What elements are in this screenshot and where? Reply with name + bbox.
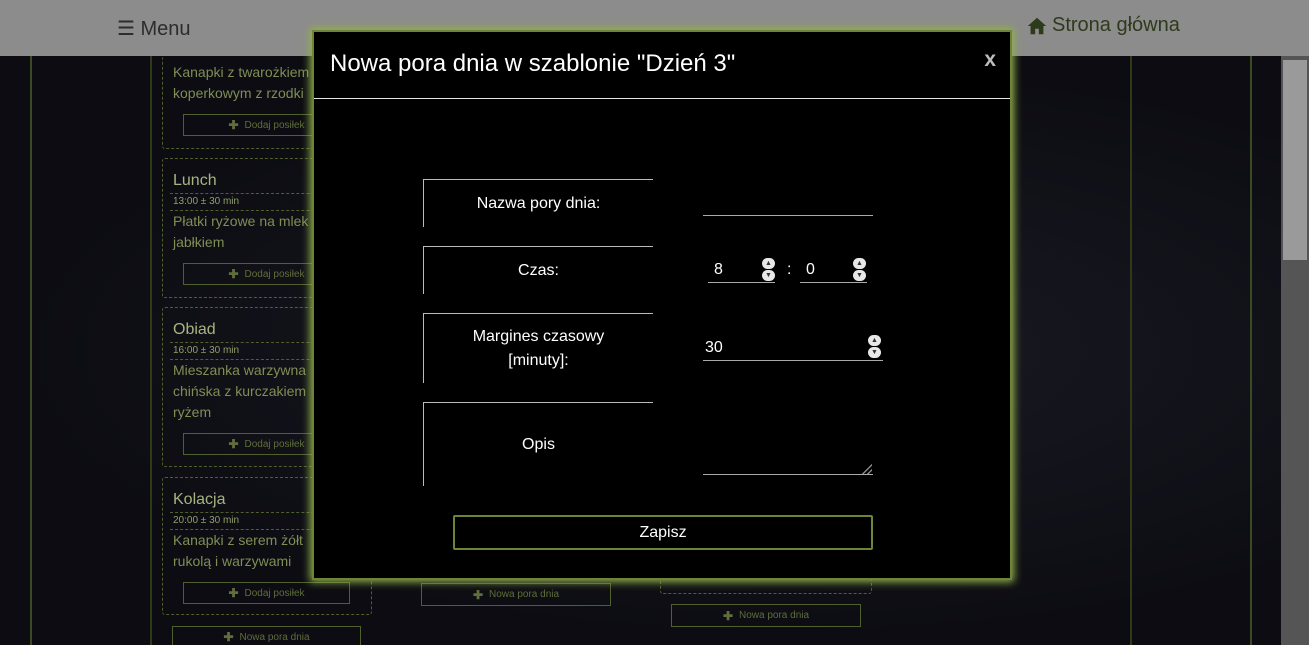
add-meal-label: Dodaj posiłek <box>244 268 305 280</box>
plus-icon: ✚ <box>228 586 239 600</box>
margin-spinner-icon[interactable]: ▲ ▼ <box>868 335 881 359</box>
new-daytime-modal: Nowa pora dnia w szablonie "Dzień 3" x N… <box>312 30 1012 580</box>
time-margin-input[interactable]: 30 <box>703 335 883 361</box>
modal-title: Nowa pora dnia w szablonie "Dzień 3" <box>330 50 736 77</box>
meal-desc-line: Kanapki z twarożkiem <box>173 64 310 80</box>
meal-title: Kolacja <box>173 491 226 508</box>
menu-toggle[interactable]: ☰ Menu <box>117 16 191 41</box>
daytime-name-label: Nazwa pory dnia: <box>423 179 653 227</box>
spinner-down-icon[interactable]: ▼ <box>853 270 866 281</box>
time-margin-label: Margines czasowy [minuty]: <box>423 313 653 383</box>
home-link[interactable]: Strona główna <box>1026 14 1180 37</box>
spinner-down-icon[interactable]: ▼ <box>762 270 775 281</box>
page-rail-right <box>1250 56 1252 645</box>
home-icon <box>1027 17 1047 34</box>
save-button[interactable]: Zapisz <box>453 515 873 550</box>
add-meal-label: Dodaj posiłek <box>244 587 305 599</box>
new-daytime-label: Nowa pora dnia <box>489 589 560 600</box>
time-separator: : <box>787 261 792 278</box>
spinner-up-icon[interactable]: ▲ <box>853 258 866 269</box>
home-label: Strona główna <box>1052 14 1180 36</box>
hour-spinner-icon[interactable]: ▲ ▼ <box>762 258 775 282</box>
column-rail <box>150 56 152 645</box>
meal-desc-line: Kanapki z serem żółt <box>173 532 303 548</box>
plus-icon: ✚ <box>223 630 234 644</box>
meal-desc-line: Mieszanka warzywna <box>173 362 307 378</box>
new-daytime-label: Nowa pora dnia <box>239 631 310 643</box>
time-margin-label-line1: Margines czasowy <box>472 327 605 345</box>
meal-time: 20:00 ± 30 min <box>173 515 240 526</box>
meal-desc-line: koperkowym z rzodki <box>173 85 304 101</box>
spinner-up-icon[interactable]: ▲ <box>762 258 775 269</box>
new-daytime-button[interactable]: ✚ Nowa pora dnia <box>421 583 611 606</box>
time-label: Czas: <box>423 246 653 294</box>
time-label-text: Czas: <box>518 261 559 279</box>
meal-time: 13:00 ± 30 min <box>173 196 240 207</box>
description-label-text: Opis <box>522 435 555 453</box>
page-rail-left <box>30 56 32 645</box>
spinner-up-icon[interactable]: ▲ <box>868 335 881 346</box>
description-textarea[interactable] <box>703 391 873 475</box>
meal-title: Lunch <box>173 172 217 189</box>
minute-spinner-icon[interactable]: ▲ ▼ <box>853 258 866 282</box>
scrollbar-thumb[interactable] <box>1283 60 1307 260</box>
modal-header: Nowa pora dnia w szablonie "Dzień 3" x <box>314 32 1010 99</box>
meal-description: Mieszanka warzywna chińska z kurczakiem … <box>173 360 306 423</box>
add-meal-button[interactable]: ✚ Dodaj posiłek <box>183 582 350 604</box>
plus-icon: ✚ <box>722 608 733 623</box>
meal-desc-line: Płatki ryżowe na mlek <box>173 213 309 229</box>
meal-description: Kanapki z serem żółt rukolą i warzywami <box>173 530 303 572</box>
plus-icon: ✚ <box>472 587 483 602</box>
time-margin-label-line2: [minuty]: <box>508 351 569 369</box>
resize-handle-icon[interactable] <box>862 464 872 474</box>
meal-description: Płatki ryżowe na mlek jabłkiem <box>173 211 308 253</box>
add-meal-label: Dodaj posiłek <box>244 119 305 131</box>
meal-desc-line: jabłkiem <box>173 234 225 250</box>
plus-icon: ✚ <box>228 118 239 132</box>
plus-icon: ✚ <box>228 267 239 281</box>
new-daytime-button[interactable]: ✚ Nowa pora dnia <box>671 604 861 627</box>
meal-time: 16:00 ± 30 min <box>173 345 240 356</box>
new-daytime-button[interactable]: ✚ Nowa pora dnia <box>172 626 361 645</box>
spinner-down-icon[interactable]: ▼ <box>868 347 881 358</box>
meal-desc-line: chińska z kurczakiem <box>173 383 307 399</box>
meal-desc-line: ryżem <box>173 404 212 420</box>
description-label: Opis <box>423 402 653 486</box>
plus-icon: ✚ <box>228 437 239 451</box>
daytime-name-input[interactable] <box>703 190 873 216</box>
meal-title: Obiad <box>173 321 216 338</box>
daytime-name-label-text: Nazwa pory dnia: <box>476 194 601 212</box>
new-daytime-label: Nowa pora dnia <box>739 610 810 621</box>
column-rail <box>1130 56 1132 645</box>
meal-description: Kanapki z twarożkiem koperkowym z rzodki <box>173 62 309 104</box>
add-meal-label: Dodaj posiłek <box>244 438 305 450</box>
meal-desc-line: rukolą i warzywami <box>173 553 292 569</box>
close-button[interactable]: x <box>984 48 996 72</box>
